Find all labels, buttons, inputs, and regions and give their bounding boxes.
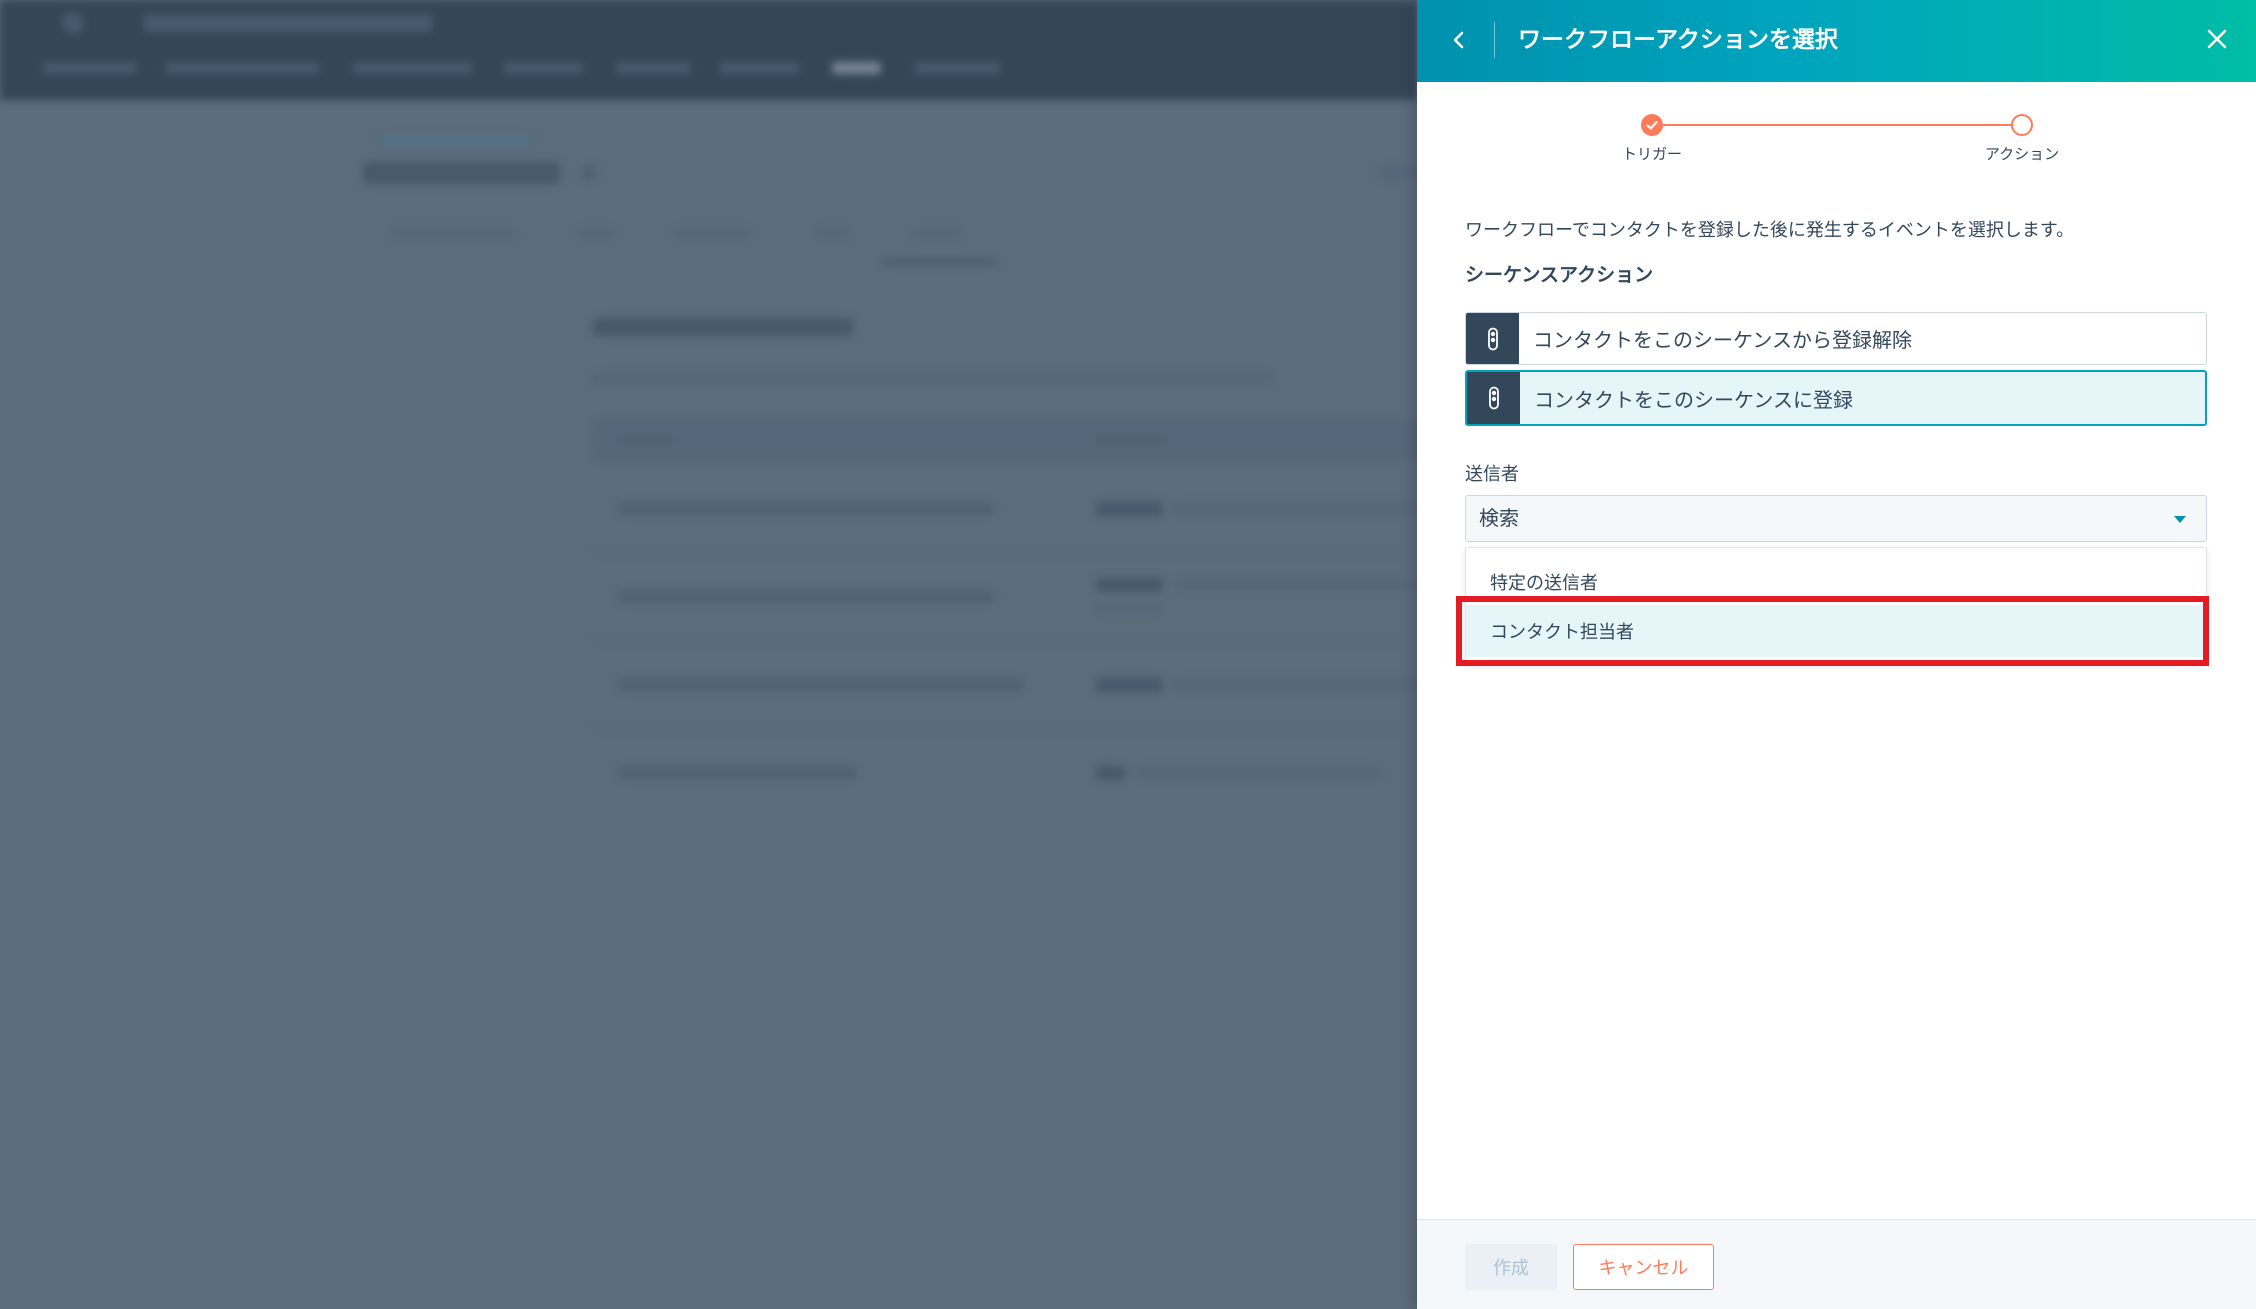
sender-label: 送信者 [1465,464,1519,484]
panel-footer: 作成 キャンセル [1417,1219,2256,1309]
action-label: コンタクトをこのシーケンスに登録 [1534,389,1853,412]
action-icon-box [1467,372,1520,424]
section-heading: シーケンスアクション [1465,265,1654,286]
menu-item-contact-owner[interactable]: コンタクト担当者 [1466,605,2206,657]
back-button[interactable] [1445,26,1473,54]
action-option-unenroll[interactable]: コンタクトをこのシーケンスから登録解除 [1465,312,2207,365]
create-button[interactable]: 作成 [1465,1244,1557,1290]
step-action-circle [2011,114,2033,136]
chevron-left-icon [1453,31,1464,49]
action-option-enroll[interactable]: コンタクトをこのシーケンスに登録 [1465,370,2207,426]
sequence-icon [1488,386,1499,410]
close-icon [2207,29,2227,49]
panel-description: ワークフローでコンタクトを登録した後に発生するイベントを選択します。 [1465,220,2075,240]
caret-down-icon [2174,516,2186,523]
step-label-action: アクション [1984,146,2060,163]
action-icon-box [1466,313,1519,364]
menu-item-specific-sender[interactable]: 特定の送信者 [1466,560,2206,604]
panel-title: ワークフローアクションを選択 [1518,26,1838,52]
header-divider [1494,22,1495,58]
close-button[interactable] [2202,24,2232,54]
sequence-icon [1487,327,1498,350]
sender-select-value: 検索 [1479,508,1519,530]
cancel-button[interactable]: キャンセル [1573,1244,1714,1290]
workflow-action-panel: ワークフローアクションを選択 トリガー アクション ワークフローでコンタクトを登… [1417,0,2256,1309]
background-page [0,0,1417,1309]
sender-select[interactable]: 検索 [1465,495,2207,542]
step-label-trigger: トリガー [1621,146,1682,163]
sender-dropdown-menu: 特定の送信者 コンタクト担当者 [1465,547,2207,665]
check-icon [1646,120,1658,130]
panel-header: ワークフローアクションを選択 [1417,0,2256,82]
step-trigger-circle [1641,114,1663,136]
action-label: コンタクトをこのシーケンスから登録解除 [1533,330,1912,352]
page-overlay [0,0,1417,1309]
stepper-line [1663,124,2011,126]
